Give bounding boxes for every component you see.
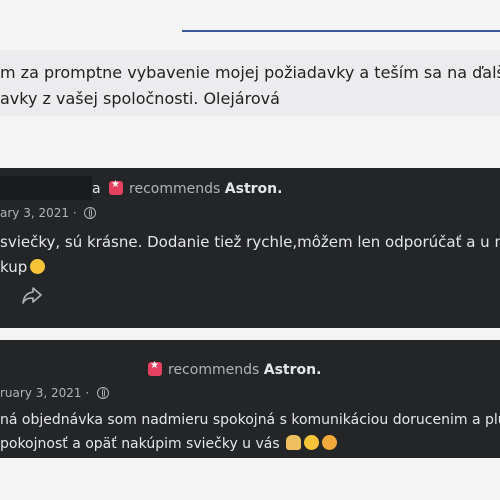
review-date-row: ruary 3, 2021 · (0, 386, 110, 400)
review-card-1: a recommends Astron. ary 3, 2021 · svieč… (0, 168, 500, 328)
recommend-star-icon (148, 360, 162, 376)
recommends-text: recommends (129, 181, 221, 197)
share-icon[interactable] (22, 286, 42, 304)
smile-emoji-icon (30, 259, 46, 274)
globe-icon (84, 207, 97, 219)
kiss-emoji-icon (321, 435, 337, 450)
review-header: a recommends Astron. (92, 179, 283, 197)
smile-emoji-icon (303, 435, 319, 450)
quote-line-1: m za promptne vybavenie mojej požiadavky… (0, 63, 500, 82)
pray-emoji-icon (285, 435, 301, 450)
top-divider-line (182, 30, 500, 32)
redacted-name (0, 176, 92, 200)
review-text-line-2: pokojnosť a opäť nakúpim sviečky u vás (0, 436, 280, 452)
review-text: ná objednávka som nadmieru spokojná s ko… (0, 408, 500, 456)
recommend-star-icon (109, 179, 124, 195)
review-text-line-2: kup (0, 258, 28, 276)
message-quote: m za promptne vybavenie mojej požiadavky… (0, 50, 500, 116)
recommends-text: recommends (168, 362, 260, 378)
page-name-link[interactable]: Astron. (225, 181, 283, 197)
review-text: sviečky, sú krásne. Dodanie tiež rychle,… (0, 230, 500, 280)
reviewer-name[interactable]: a (92, 181, 101, 197)
globe-icon (97, 387, 110, 399)
quote-line-2: avky z vašej spoločnosti. Olejárová (0, 89, 280, 108)
review-card-2: recommends Astron. ruary 3, 2021 · ná ob… (0, 340, 500, 458)
review-date-row: ary 3, 2021 · (0, 206, 97, 220)
review-header: recommends Astron. (148, 360, 322, 378)
review-date[interactable]: ary 3, 2021 · (0, 206, 77, 220)
review-date[interactable]: ruary 3, 2021 · (0, 386, 89, 400)
review-text-line-1: sviečky, sú krásne. Dodanie tiež rychle,… (0, 233, 500, 251)
page-name-link[interactable]: Astron. (264, 362, 322, 378)
review-text-line-1: ná objednávka som nadmieru spokojná s ko… (0, 412, 500, 428)
